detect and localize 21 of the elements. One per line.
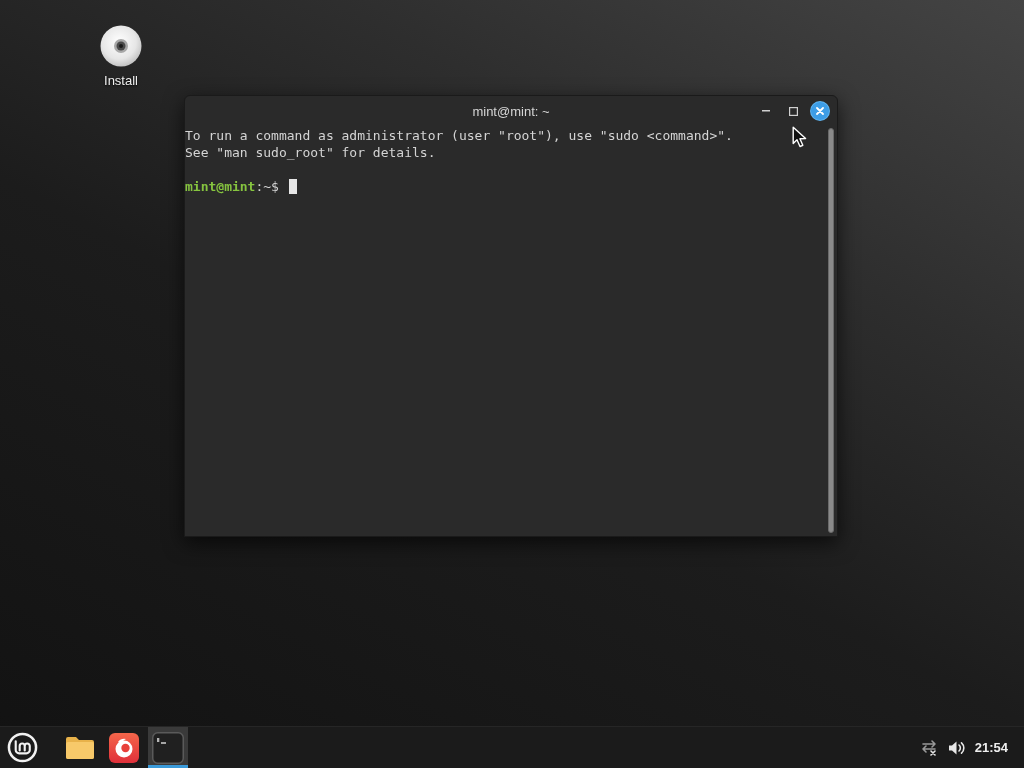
disc-icon <box>100 25 142 67</box>
prompt-path: :~$ <box>255 178 279 195</box>
network-icon[interactable] <box>919 739 938 756</box>
desktop-shortcut[interactable]: Install <box>90 25 152 89</box>
terminal-output-line: To run a command as administrator (user "root"), use "sudo <command>". <box>185 127 733 144</box>
block-cursor-icon <box>288 179 297 194</box>
logo-icon <box>6 732 38 763</box>
terminal-icon <box>152 731 184 764</box>
volume-icon[interactable] <box>947 739 966 756</box>
scrollbar[interactable] <box>828 128 834 533</box>
folder-icon <box>65 734 95 761</box>
close-icon <box>816 107 824 115</box>
close-button[interactable] <box>811 102 829 120</box>
swirl-icon <box>109 732 139 763</box>
mouse-pointer-icon <box>792 126 808 148</box>
taskbar-clock[interactable]: 21:54 <box>974 737 1008 758</box>
minimize-icon <box>762 110 770 112</box>
window-title: mint@mint: ~ <box>472 102 550 121</box>
maximize-icon <box>788 106 798 116</box>
prompt-user-host: mint@mint <box>185 178 256 195</box>
terminal-output-line: See "man sudo_root" for details. <box>185 144 436 161</box>
